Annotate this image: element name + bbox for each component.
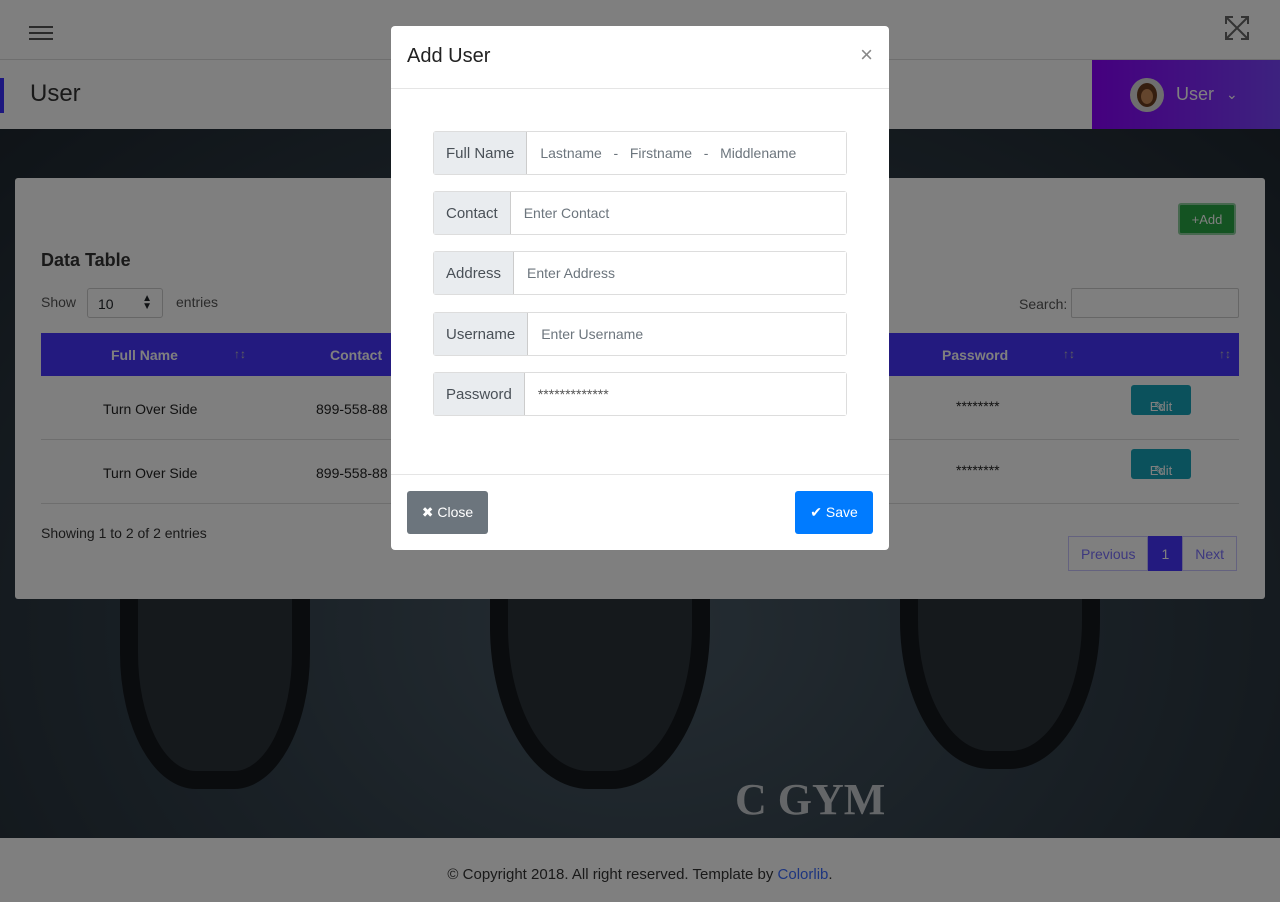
add-user-modal: Add User × Full Name Contact Address Use… [391,26,889,550]
contact-group: Contact [433,191,847,235]
close-button[interactable]: ✖ Close [407,491,488,534]
close-icon[interactable]: × [860,42,873,68]
modal-header: Add User × [391,26,889,89]
password-input[interactable] [524,373,846,415]
contact-input[interactable] [510,192,846,234]
address-input[interactable] [514,252,846,294]
modal-title: Add User [407,45,491,67]
address-group: Address [433,251,847,295]
username-input[interactable] [528,313,846,355]
username-label: Username [434,313,529,355]
username-group: Username [433,312,847,356]
password-label: Password [434,373,525,415]
full-name-group: Full Name [433,131,847,175]
password-group: Password [433,372,847,416]
full-name-input[interactable] [527,132,846,174]
contact-label: Contact [434,192,511,234]
address-label: Address [434,252,515,294]
full-name-label: Full Name [434,132,528,174]
modal-footer: ✖ Close ✔ Save [391,474,889,550]
save-button[interactable]: ✔ Save [795,491,873,534]
